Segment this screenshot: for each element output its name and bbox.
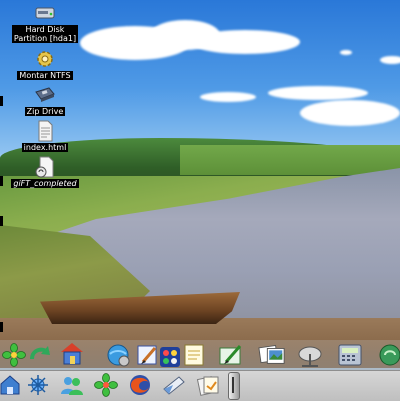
firefox-icon[interactable]: [126, 372, 154, 398]
home-icon[interactable]: [0, 372, 24, 398]
launcher-panel-bottom: [0, 370, 400, 401]
desktop-icon-gift-completed[interactable]: giFT_completed: [0, 156, 90, 188]
cloud: [340, 50, 352, 55]
folder-document-icon: [33, 156, 57, 178]
cloud: [300, 100, 400, 126]
edge-mark: [0, 322, 3, 332]
mail-icon[interactable]: [160, 372, 188, 398]
desktop-icon-label: Montar NTFS: [17, 71, 73, 80]
network-icon[interactable]: [24, 372, 52, 398]
desktop-icon-label: Hard Disk Partition [hda1]: [11, 25, 79, 43]
desktop-icon-montar-ntfs[interactable]: Montar NTFS: [0, 48, 90, 80]
gear-icon: [33, 48, 57, 70]
hard-disk-icon: [33, 2, 57, 24]
notepad-icon[interactable]: [180, 342, 208, 368]
refresh-arrow-icon[interactable]: [26, 342, 54, 368]
globe-settings-icon[interactable]: [104, 342, 132, 368]
desktop-icon-label: Zip Drive: [24, 107, 66, 116]
users-icon[interactable]: [58, 372, 86, 398]
satellite-dish-icon[interactable]: [296, 342, 324, 368]
html-file-icon: [33, 120, 57, 142]
field: [180, 145, 400, 175]
editor-pen-icon[interactable]: [216, 342, 244, 368]
cloud: [268, 86, 368, 100]
desktop-icon-hard-disk[interactable]: Hard Disk Partition [hda1]: [0, 2, 90, 43]
icq-flower-icon[interactable]: [0, 342, 28, 368]
desktop-icon-index-html[interactable]: index.html: [0, 120, 90, 152]
panel-handle[interactable]: [228, 372, 240, 400]
cloud: [380, 56, 400, 64]
calculator-icon[interactable]: [336, 342, 364, 368]
zip-drive-icon: [33, 84, 57, 106]
desktop-icon-label: index.html: [21, 143, 69, 152]
desktop-icon-label: giFT_completed: [11, 179, 79, 188]
cloud: [200, 92, 256, 102]
cloud: [190, 30, 300, 54]
desktop-icon-zip-drive[interactable]: Zip Drive: [0, 84, 90, 116]
photos-icon[interactable]: [258, 342, 286, 368]
documents-icon[interactable]: [194, 372, 222, 398]
home-folder-icon[interactable]: [58, 340, 86, 366]
icq-flower-icon[interactable]: [92, 372, 120, 398]
launcher-panel-top: [0, 340, 400, 370]
terminal-icon[interactable]: [376, 342, 400, 368]
edge-mark: [0, 216, 3, 226]
